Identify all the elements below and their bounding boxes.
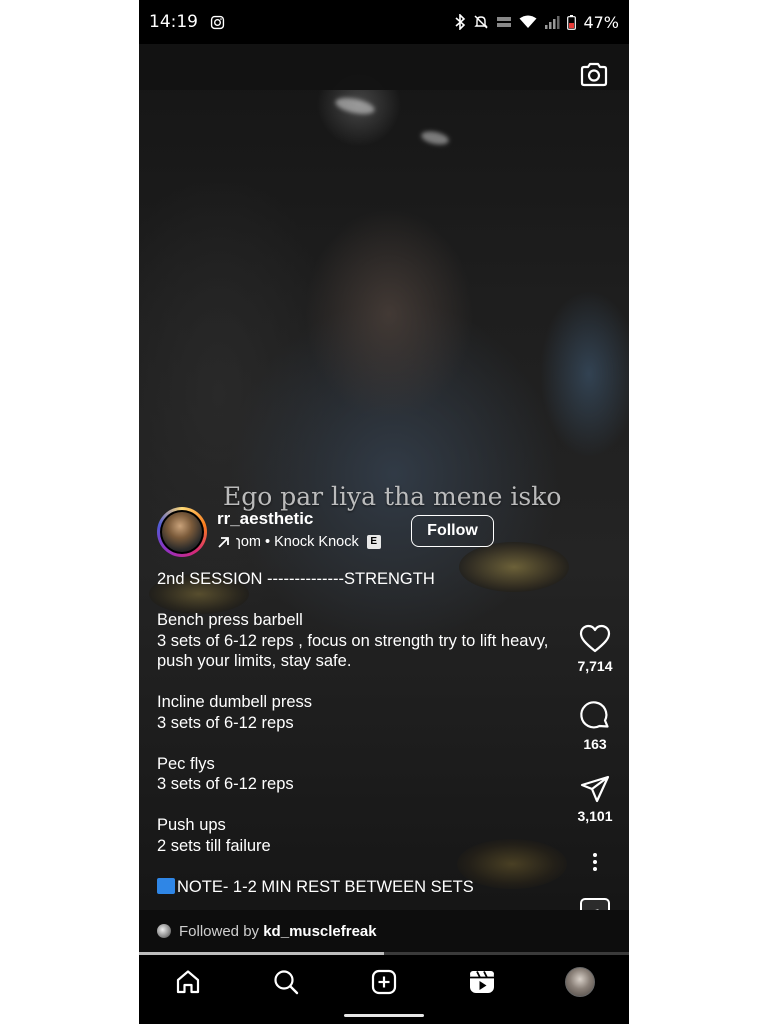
instagram-icon xyxy=(210,15,225,30)
comment-count: 163 xyxy=(583,736,607,752)
author-avatar[interactable] xyxy=(157,507,207,557)
phone-screen: 14:19 47% Ego par liya tha mene isko rr_… xyxy=(139,0,629,1024)
home-icon xyxy=(176,970,200,994)
top-bar xyxy=(139,44,629,90)
bluetooth-icon xyxy=(454,14,466,30)
more-vertical-icon xyxy=(593,853,597,871)
mute-icon xyxy=(473,14,489,30)
status-time: 14:19 xyxy=(149,12,198,32)
nav-reels[interactable] xyxy=(462,966,502,998)
nav-profile[interactable] xyxy=(560,966,600,998)
create-icon xyxy=(371,969,397,995)
caption-line: 2nd SESSION --------------STRENGTH xyxy=(157,570,435,588)
caption-line: Bench press barbell 3 sets of 6-12 reps … xyxy=(157,611,549,670)
share-button[interactable]: 3,101 xyxy=(569,774,621,824)
caption-line: Pec flys 3 sets of 6-12 reps xyxy=(157,754,294,794)
audio-title: ɿom • Knock Knock xyxy=(236,534,359,550)
more-options-button[interactable] xyxy=(585,852,605,876)
caption-line: Push ups 2 sets till failure xyxy=(157,816,271,855)
home-indicator xyxy=(344,1014,424,1017)
explicit-badge: E xyxy=(366,535,381,549)
video-light xyxy=(333,94,377,118)
signal-icon xyxy=(544,15,560,29)
nav-search[interactable] xyxy=(266,966,306,998)
arrow-up-right-icon xyxy=(218,536,229,548)
followed-by-bar[interactable]: Followed by kd_musclefreak xyxy=(139,910,629,952)
nav-create[interactable] xyxy=(364,966,404,998)
profile-avatar xyxy=(565,967,595,997)
vowifi-icon xyxy=(496,15,512,29)
wifi-icon xyxy=(519,15,537,29)
camera-button[interactable] xyxy=(579,60,609,90)
heart-icon xyxy=(579,624,611,653)
share-count: 3,101 xyxy=(577,808,613,824)
caption-line: Incline dumbell press 3 sets of 6-12 rep… xyxy=(157,693,312,732)
reel-caption[interactable]: 2nd SESSION --------------STRENGTH Bench… xyxy=(157,569,567,897)
blue-square-icon xyxy=(157,877,175,894)
audio-link[interactable]: ɿom • Knock Knock E xyxy=(217,534,381,550)
like-button[interactable]: 7,714 xyxy=(569,624,621,674)
comment-button[interactable]: 163 xyxy=(569,700,621,752)
author-username[interactable]: rr_aesthetic xyxy=(217,509,313,529)
caption-note: NOTE- 1-2 MIN REST BETWEEN SETS xyxy=(157,877,567,898)
video-light xyxy=(420,129,450,147)
battery-icon xyxy=(567,14,577,30)
caption-note-text: NOTE- 1-2 MIN REST BETWEEN SETS xyxy=(177,877,474,896)
follow-button[interactable]: Follow xyxy=(411,515,494,547)
like-count: 7,714 xyxy=(577,658,613,674)
video-overlay-text: Ego par liya tha mene isko xyxy=(223,482,562,511)
reels-icon xyxy=(470,971,494,993)
battery-percent: 47% xyxy=(583,12,619,32)
followed-by-text: Followed by kd_musclefreak xyxy=(179,922,377,940)
status-bar: 14:19 47% xyxy=(139,0,629,44)
follower-avatar xyxy=(157,924,171,938)
camera-icon xyxy=(580,62,608,87)
comment-icon xyxy=(580,701,609,729)
search-icon xyxy=(274,970,299,995)
nav-home[interactable] xyxy=(168,966,208,998)
send-icon xyxy=(580,775,610,803)
